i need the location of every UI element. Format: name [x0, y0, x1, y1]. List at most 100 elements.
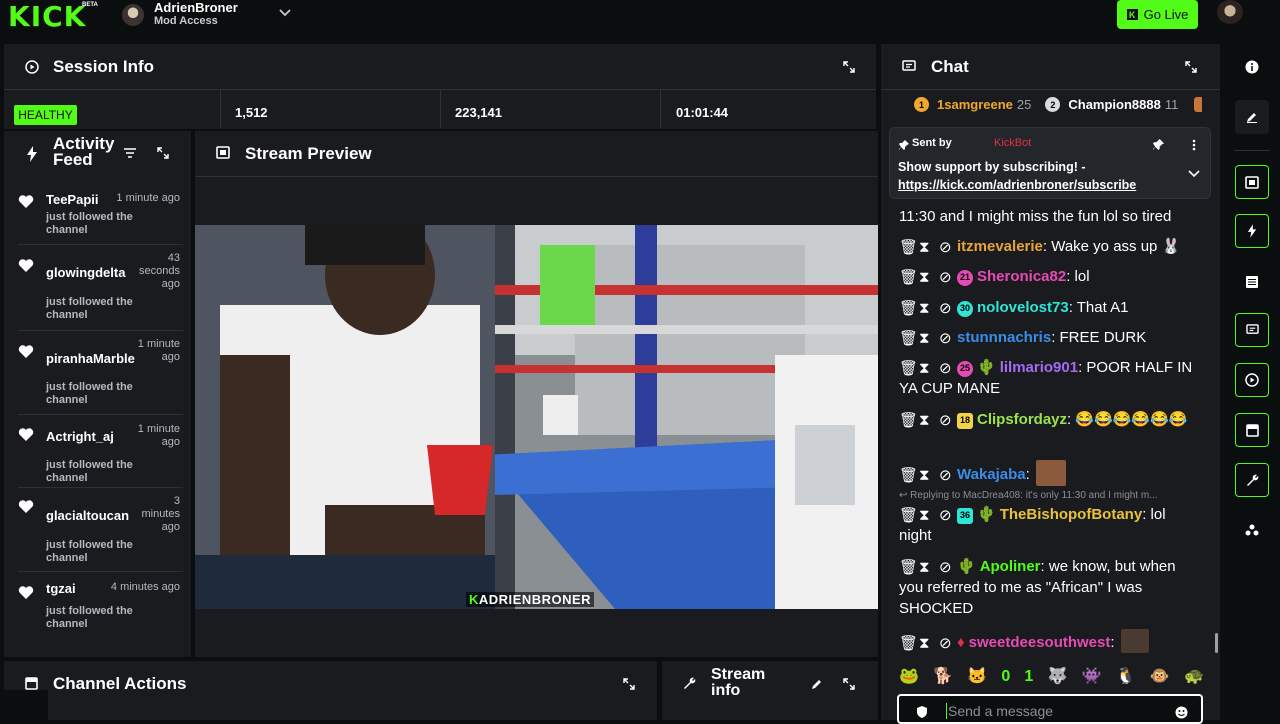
emote[interactable]: 🐕 [933, 666, 953, 688]
edit-icon[interactable] [811, 678, 823, 690]
expand-icon[interactable] [843, 678, 855, 690]
follower-name[interactable]: glacialtoucan [46, 508, 129, 523]
chat-scrollbar[interactable] [1215, 633, 1218, 653]
ban-icon[interactable]: ⊘ [939, 358, 952, 377]
delete-icon[interactable]: 🗑 [899, 298, 918, 317]
more-vertical-icon[interactable] [1191, 139, 1197, 151]
expand-icon[interactable] [623, 678, 635, 690]
activity-feed-toggle[interactable] [1235, 214, 1269, 248]
delete-icon[interactable]: 🗑 [899, 328, 918, 347]
channel-actions-toggle[interactable] [1235, 413, 1269, 447]
mod-log-button[interactable] [1235, 265, 1269, 299]
avatar[interactable] [122, 4, 144, 26]
leader-name[interactable]: 1samgreene [937, 97, 1013, 112]
follower-name[interactable]: tgzai [46, 581, 76, 596]
pinned-sender[interactable]: KickBot [994, 137, 1031, 149]
follower-name[interactable]: glowingdelta [46, 265, 125, 280]
emote[interactable]: 🐺 [1048, 666, 1068, 688]
chat-username[interactable]: stunnnachris [957, 329, 1051, 346]
more-widgets-button[interactable] [1235, 513, 1269, 547]
ban-icon[interactable]: ⊘ [939, 557, 952, 576]
channel-username[interactable]: AdrienBroner [154, 0, 238, 15]
ban-icon[interactable]: ⊘ [939, 298, 952, 317]
wrench-icon [1246, 474, 1258, 486]
leader-name[interactable]: Champion8888 [1068, 97, 1160, 112]
channel-icon [1245, 423, 1259, 437]
ban-icon[interactable]: ⊘ [939, 328, 952, 347]
stream-info-toggle[interactable] [1235, 463, 1269, 497]
ban-icon[interactable]: ⊘ [939, 633, 952, 652]
timeout-icon[interactable]: ⧗ [919, 298, 931, 317]
chat-username[interactable]: Apoliner [980, 558, 1041, 575]
chevron-down-icon[interactable] [278, 6, 292, 20]
timeout-icon[interactable]: ⧗ [919, 465, 931, 484]
emote[interactable]: 🐱 [967, 666, 987, 688]
chat-username[interactable]: Sheronica82 [977, 268, 1066, 285]
emote[interactable]: 🐧 [1116, 666, 1136, 688]
follower-name[interactable]: piranhaMarble [46, 351, 135, 366]
emote[interactable]: 🐵 [1150, 666, 1170, 688]
timeout-icon[interactable]: ⧗ [919, 633, 931, 652]
edit-layout-button[interactable] [1235, 100, 1269, 134]
heart-icon [18, 428, 34, 441]
emote[interactable]: 1 [1024, 666, 1033, 688]
chat-username[interactable]: sweetdeesouthwest [969, 634, 1111, 651]
expand-icon[interactable] [843, 61, 855, 73]
timeout-icon[interactable]: ⧗ [919, 358, 931, 377]
stream-preview-toggle[interactable] [1235, 165, 1269, 199]
delete-icon[interactable]: 🗑 [899, 237, 918, 256]
ban-icon[interactable]: ⊘ [939, 410, 952, 429]
ban-icon[interactable]: ⊘ [939, 465, 952, 484]
info-button[interactable] [1235, 50, 1269, 84]
delete-icon[interactable]: 🗑 [899, 557, 918, 576]
chat-username[interactable]: itzmevalerie [957, 238, 1043, 255]
delete-icon[interactable]: 🗑 [899, 465, 918, 484]
expand-icon[interactable] [1185, 61, 1197, 73]
shield-icon[interactable] [916, 706, 928, 718]
delete-icon[interactable]: 🗑 [899, 267, 918, 286]
emote[interactable]: 👾 [1082, 666, 1102, 688]
chevron-down-icon[interactable] [1188, 168, 1200, 178]
chat-title: Chat [931, 57, 969, 76]
reply-context[interactable]: ↩ Replying to MacDrea408: it's only 11:3… [899, 490, 1199, 501]
emote[interactable]: 🐢 [1184, 666, 1204, 688]
timeout-icon[interactable]: ⧗ [919, 505, 931, 524]
kick-logo[interactable]: KICK [8, 0, 86, 33]
chat-toggle[interactable] [1235, 313, 1269, 347]
filter-icon[interactable] [124, 147, 136, 159]
go-live-button[interactable]: K Go Live [1117, 0, 1198, 29]
delete-icon[interactable]: 🗑 [899, 358, 918, 377]
chat-username[interactable]: TheBishopofBotany [1000, 506, 1143, 523]
follower-name[interactable]: TeePapii [46, 192, 99, 207]
chat-text: : 😂😂😂😂😂😂 [1067, 411, 1188, 428]
timeout-icon[interactable]: ⧗ [919, 328, 931, 347]
chat-text: : Wake yo ass up 🐰 [1042, 238, 1181, 255]
user-avatar[interactable] [1217, 0, 1243, 24]
ban-icon[interactable]: ⊘ [939, 505, 952, 524]
send-message-input[interactable]: Send a message [948, 703, 1053, 719]
chat-username[interactable]: nolovelost73 [977, 299, 1069, 316]
ban-icon[interactable]: ⊘ [939, 267, 952, 286]
expand-icon[interactable] [157, 147, 169, 159]
follower-name[interactable]: Actright_aj [46, 429, 114, 444]
mod-actions: 🗑 ⧗ ⊘ [899, 410, 952, 429]
timeout-icon[interactable]: ⧗ [919, 267, 931, 286]
emote[interactable]: 🐸 [899, 666, 919, 688]
delete-icon[interactable]: 🗑 [899, 410, 918, 429]
timeout-icon[interactable]: ⧗ [919, 237, 931, 256]
emoji-icon[interactable] [1175, 706, 1188, 719]
pinned-link[interactable]: https://kick.com/adrienbroner/subscribe [898, 178, 1136, 192]
ban-icon[interactable]: ⊘ [939, 237, 952, 256]
chat-username[interactable]: lilmario901 [1000, 359, 1078, 376]
timeout-icon[interactable]: ⧗ [919, 557, 931, 576]
chat-username[interactable]: Clipsfordayz [977, 411, 1067, 428]
pinned-message[interactable]: Sent by KickBot Show support by subscrib… [889, 127, 1211, 199]
delete-icon[interactable]: 🗑 [899, 633, 918, 652]
unpin-icon[interactable] [1153, 139, 1164, 150]
video-player[interactable]: KADRIENBRONER [195, 225, 878, 609]
session-info-toggle[interactable] [1235, 363, 1269, 397]
delete-icon[interactable]: 🗑 [899, 505, 918, 524]
emote[interactable]: 0 [1001, 666, 1010, 688]
timeout-icon[interactable]: ⧗ [919, 410, 931, 429]
chat-username[interactable]: Wakajaba [957, 466, 1026, 483]
